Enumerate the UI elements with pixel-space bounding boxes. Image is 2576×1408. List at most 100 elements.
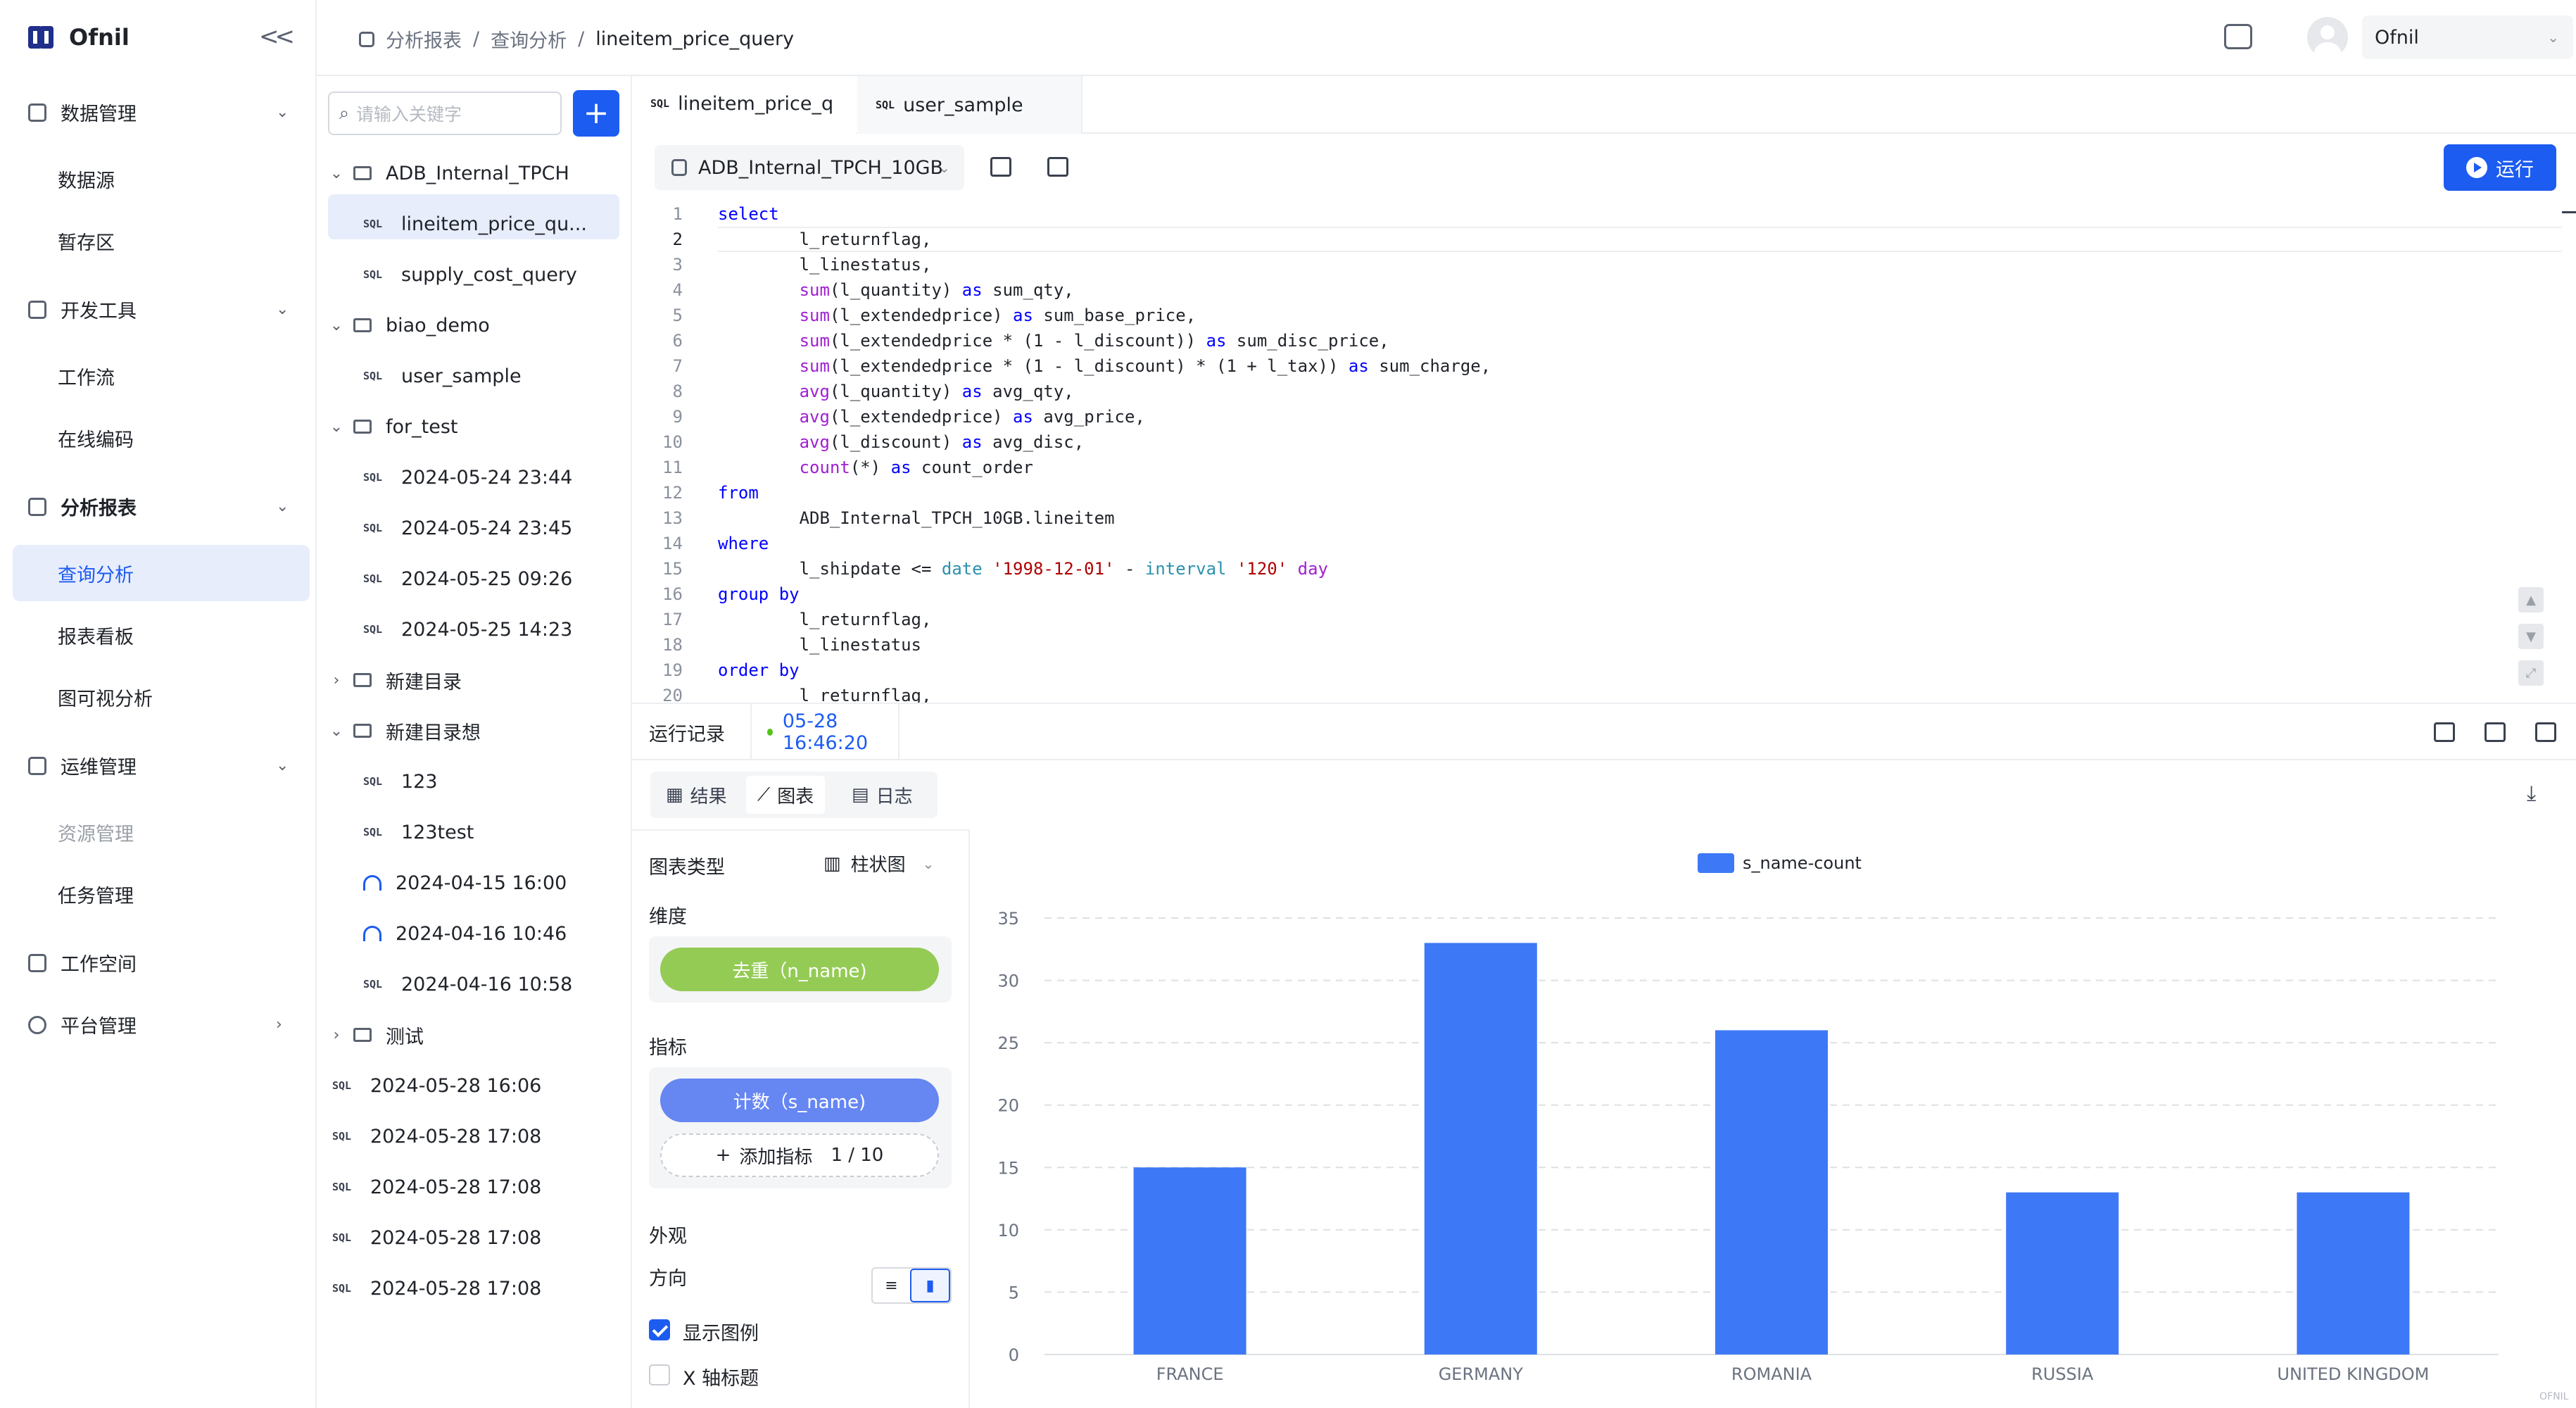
code-line[interactable]: 17 l_returnflag, xyxy=(632,607,931,632)
tree-search-input[interactable]: ⌕ 请输入关键字 xyxy=(328,92,562,135)
code-line[interactable]: 11 count(*) as count_order xyxy=(632,455,1033,480)
tree-workflow-item[interactable]: 2024-04-16 10:46 xyxy=(363,911,567,956)
chevron-down-icon[interactable]: ⌄ xyxy=(328,165,345,182)
sidebar-item-tasks[interactable]: 任务管理 xyxy=(58,881,134,908)
tree-sql-item[interactable]: SQL supply_cost_query xyxy=(363,252,577,297)
dimension-pill[interactable]: 去重（n_name) xyxy=(660,948,939,991)
chevron-right-icon[interactable]: › xyxy=(328,672,345,689)
bar[interactable] xyxy=(2006,1192,2119,1354)
tree-sql-item[interactable]: SQL 2024-05-28 17:08 xyxy=(332,1215,541,1260)
view-log-button[interactable]: ▤ 日志 xyxy=(840,776,924,814)
format-icon[interactable] xyxy=(1047,157,1068,177)
tree-sql-item[interactable]: SQL 2024-05-25 09:26 xyxy=(363,556,572,601)
code-line[interactable]: 5 sum(l_extendedprice) as sum_base_price… xyxy=(632,303,1197,328)
save-icon[interactable] xyxy=(990,157,1011,177)
sidebar-item-online-coding[interactable]: 在线编码 xyxy=(58,425,134,452)
expand-icon[interactable]: ⤢ xyxy=(2518,660,2544,686)
sidebar-group-workspace[interactable]: 工作空间 xyxy=(28,949,137,976)
tree-sql-item[interactable]: SQL 2024-05-28 16:06 xyxy=(332,1063,541,1108)
sidebar-item-workflow[interactable]: 工作流 xyxy=(58,363,115,390)
tree-sql-item[interactable]: SQL 2024-05-28 17:08 xyxy=(332,1114,541,1159)
sidebar-item-graph-analysis[interactable]: 图可视分析 xyxy=(58,684,153,711)
tree-folder[interactable]: ⌄ biao_demo xyxy=(328,303,490,348)
tree-sql-item[interactable]: SQL 2024-05-25 14:23 xyxy=(363,607,572,652)
tree-workflow-item[interactable]: 2024-04-15 16:00 xyxy=(363,860,567,905)
vertical-bars-icon[interactable]: ▮ xyxy=(910,1269,950,1302)
code-line[interactable]: 9 avg(l_extendedprice) as avg_price, xyxy=(632,404,1145,429)
tree-folder[interactable]: ⌄ ADB_Internal_TPCH xyxy=(328,151,569,196)
run-button[interactable]: 运行 xyxy=(2444,144,2556,191)
tab-lineitem-price-query[interactable]: SQL lineitem_price_q xyxy=(632,76,856,134)
code-line[interactable]: 6 sum(l_extendedprice * (1 - l_discount)… xyxy=(632,328,1389,353)
sql-editor[interactable]: 1 select 2 l_returnflag, 3 l_linestatus, 4 s… xyxy=(632,200,2561,703)
code-line[interactable]: 2 l_returnflag, xyxy=(632,227,932,252)
chart-legend[interactable]: s_name-count xyxy=(1698,853,1862,873)
chevron-down-icon[interactable]: ⌄ xyxy=(328,418,345,436)
code-line[interactable]: 20 l_returnflag, xyxy=(632,683,931,703)
view-result-button[interactable]: ▦ 结果 xyxy=(655,776,738,814)
datasource-select[interactable]: ADB_Internal_TPCH_10GB ⌄ xyxy=(655,145,964,190)
breadcrumb-item[interactable]: 分析报表 xyxy=(386,25,462,53)
show-legend-checkbox[interactable] xyxy=(649,1319,670,1340)
tree-sql-item[interactable]: SQL 2024-05-28 17:08 xyxy=(332,1164,541,1209)
tab-user-sample[interactable]: SQL user_sample xyxy=(857,76,1082,134)
bar[interactable] xyxy=(1133,1167,1246,1354)
tree-folder[interactable]: ⌄ for_test xyxy=(328,404,458,449)
sidebar-item-query-analysis[interactable]: 查询分析 xyxy=(58,560,134,587)
tab-run-history[interactable]: 运行记录 xyxy=(649,704,725,760)
code-line[interactable]: 16 group by xyxy=(632,582,800,607)
chevron-right-icon[interactable]: › xyxy=(328,1026,345,1044)
layout-bottom-icon[interactable] xyxy=(2434,722,2455,742)
code-line[interactable]: 15 l_shipdate <= date '1998-12-01' - int… xyxy=(632,556,1328,582)
sidebar-item-dashboard[interactable]: 报表看板 xyxy=(58,622,134,649)
code-line[interactable]: 18 l_linestatus xyxy=(632,632,921,658)
sidebar-item-resources[interactable]: 资源管理 xyxy=(58,819,134,846)
tree-sql-item[interactable]: SQL 123 xyxy=(363,759,438,804)
layout-top-icon[interactable] xyxy=(2535,722,2556,742)
code-line[interactable]: 10 avg(l_discount) as avg_disc, xyxy=(632,429,1084,455)
tree-sql-item[interactable]: SQL 2024-04-16 10:58 xyxy=(363,962,572,1007)
collapse-sidebar-icon[interactable]: << xyxy=(259,23,295,51)
sidebar-group-ops[interactable]: 运维管理 ⌄ xyxy=(28,752,289,779)
tree-sql-item[interactable]: SQL lineitem_price_qu... xyxy=(363,201,587,246)
bar[interactable] xyxy=(2297,1192,2410,1354)
tree-folder[interactable]: ⌄ 新建目录想 xyxy=(328,708,481,753)
scroll-down-icon[interactable]: ▼ xyxy=(2518,624,2544,649)
sidebar-group-data[interactable]: 数据管理 ⌄ xyxy=(28,99,289,126)
sidebar-item-staging[interactable]: 暂存区 xyxy=(58,227,115,255)
sidebar-group-devtools[interactable]: 开发工具 ⌄ xyxy=(28,296,289,323)
tree-sql-item[interactable]: SQL 2024-05-28 17:08 xyxy=(332,1266,541,1311)
horizontal-bars-icon[interactable]: ≡ xyxy=(873,1269,910,1302)
tree-sql-item[interactable]: SQL user_sample xyxy=(363,353,522,398)
code-line[interactable]: 1 select xyxy=(632,201,779,227)
tree-folder[interactable]: › 新建目录 xyxy=(328,658,462,703)
code-line[interactable]: 19 order by xyxy=(632,658,800,683)
chart-type-select[interactable]: ▥ 柱状图 ⌄ xyxy=(823,850,934,876)
download-icon[interactable]: ⤓ xyxy=(2527,781,2536,806)
bar[interactable] xyxy=(1715,1030,1828,1354)
tree-sql-item[interactable]: SQL 2024-05-24 23:45 xyxy=(363,505,572,551)
sidebar-item-datasource[interactable]: 数据源 xyxy=(58,165,115,193)
layout-split-icon[interactable] xyxy=(2485,722,2506,742)
view-chart-button[interactable]: ⟋ 图表 xyxy=(746,776,826,814)
sidebar-group-platform[interactable]: 平台管理 › xyxy=(28,1011,282,1038)
code-line[interactable]: 12 from xyxy=(632,480,759,505)
tree-sql-item[interactable]: SQL 2024-05-24 23:44 xyxy=(363,455,572,500)
metric-pill[interactable]: 计数（s_name) xyxy=(660,1079,939,1122)
code-line[interactable]: 13 ADB_Internal_TPCH_10GB.lineitem xyxy=(632,505,1114,531)
sidebar-group-reports[interactable]: 分析报表 ⌄ xyxy=(28,493,289,520)
scroll-up-icon[interactable]: ▲ xyxy=(2518,587,2544,612)
code-line[interactable]: 7 sum(l_extendedprice * (1 - l_discount)… xyxy=(632,353,1491,379)
user-menu[interactable]: Ofnil ⌄ xyxy=(2362,15,2573,59)
chevron-down-icon[interactable]: ⌄ xyxy=(328,722,345,740)
code-line[interactable]: 4 sum(l_quantity) as sum_qty, xyxy=(632,277,1074,303)
tab-run-record[interactable]: 05-28 16:46:20 xyxy=(750,704,899,760)
code-line[interactable]: 3 l_linestatus, xyxy=(632,252,932,277)
code-line[interactable]: 14 where xyxy=(632,531,769,556)
tree-sql-item[interactable]: SQL 123test xyxy=(363,810,474,855)
breadcrumb-item[interactable]: 查询分析 xyxy=(491,25,567,53)
bar[interactable] xyxy=(1424,943,1537,1354)
x-axis-title-checkbox[interactable] xyxy=(649,1364,670,1385)
message-icon[interactable] xyxy=(2224,24,2252,49)
add-query-button[interactable]: + xyxy=(573,90,619,137)
